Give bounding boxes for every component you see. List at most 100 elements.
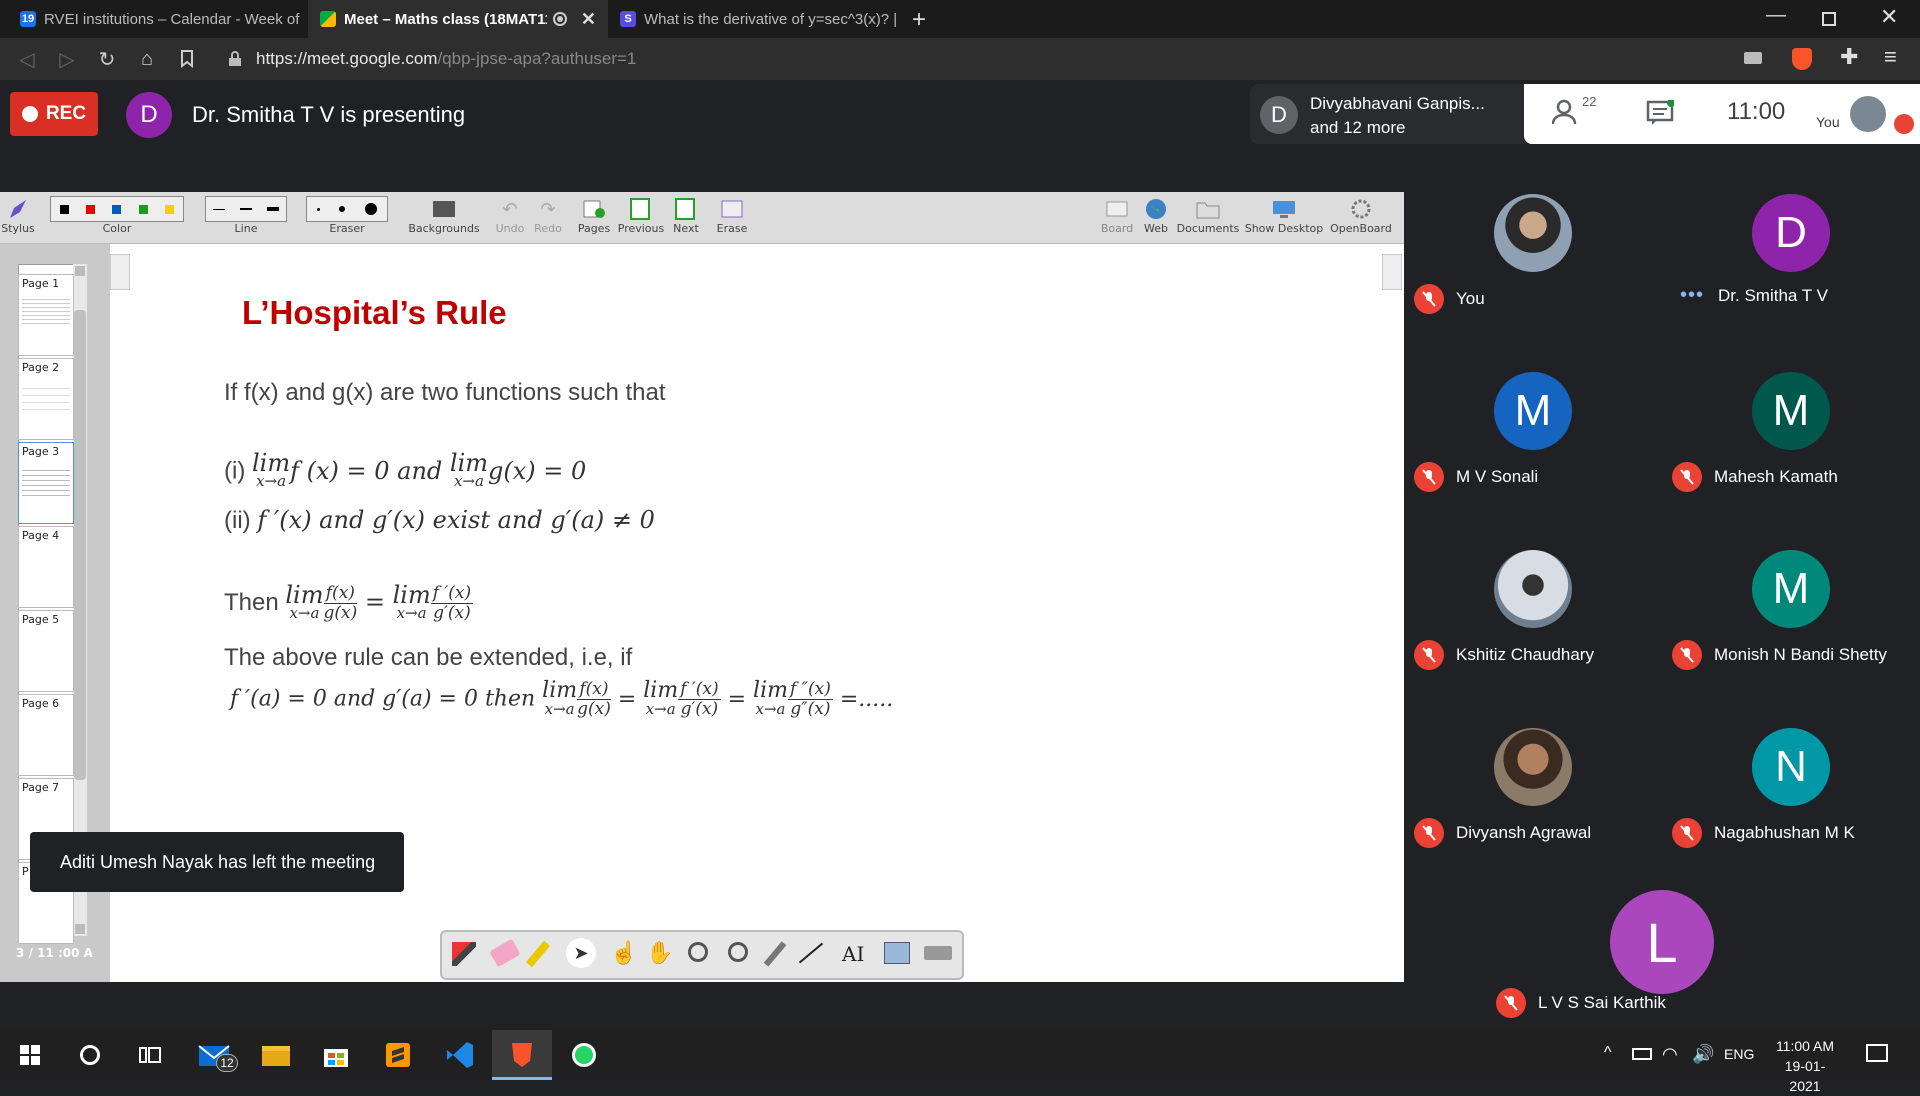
page-thumbnail[interactable]: Page 6 bbox=[18, 694, 74, 776]
erase-tool[interactable]: Erase bbox=[714, 196, 750, 240]
scroll-up-icon[interactable] bbox=[75, 266, 85, 276]
self-avatar[interactable] bbox=[1850, 96, 1886, 132]
participant-tile[interactable]: D ••• Dr. Smitha T V bbox=[1662, 144, 1920, 322]
color-red[interactable] bbox=[86, 204, 96, 214]
page-thumbnail[interactable]: Page 2 bbox=[18, 358, 74, 440]
brave-shield-icon[interactable] bbox=[1792, 48, 1812, 70]
eraser-size-icon bbox=[306, 196, 388, 222]
extensions-icon[interactable]: ✚ bbox=[1840, 44, 1858, 70]
library-toggle-icon[interactable] bbox=[1382, 254, 1402, 290]
color-black[interactable] bbox=[59, 204, 69, 214]
color-green[interactable] bbox=[138, 204, 148, 214]
participant-tile[interactable]: M M V Sonali bbox=[1404, 322, 1662, 500]
openboard-menu[interactable]: OpenBoard bbox=[1326, 196, 1396, 240]
scroll-thumb[interactable] bbox=[74, 310, 86, 780]
notifications-icon[interactable] bbox=[1866, 1044, 1888, 1062]
scroll-down-icon[interactable] bbox=[75, 924, 85, 934]
board-icon bbox=[1102, 196, 1132, 222]
back-icon[interactable]: ◁ bbox=[14, 46, 40, 72]
store-app[interactable] bbox=[306, 1030, 366, 1080]
url-field[interactable]: https://meet.google.com/qbp-jpse-apa?aut… bbox=[256, 46, 1706, 72]
participant-tile[interactable]: Kshitiz Chaudhary bbox=[1404, 500, 1662, 678]
joiner-avatar: D bbox=[1260, 96, 1298, 134]
mail-badge: 12 bbox=[216, 1054, 238, 1072]
participant-tile[interactable]: M Mahesh Kamath bbox=[1662, 322, 1920, 500]
language-indicator[interactable]: ENG bbox=[1724, 1046, 1754, 1062]
participant-tile[interactable]: L L V S Sai Karthik bbox=[1486, 856, 1836, 1030]
zoom-out-icon[interactable] bbox=[728, 942, 748, 962]
board-mode[interactable]: Board bbox=[1098, 196, 1136, 240]
eraser-icon[interactable] bbox=[489, 938, 521, 968]
next-page-tool[interactable]: Next bbox=[668, 196, 704, 240]
menu-icon[interactable]: ≡ bbox=[1884, 44, 1897, 70]
page-thumbnail[interactable]: Page 1 bbox=[18, 274, 74, 356]
capture-icon[interactable] bbox=[884, 942, 910, 964]
bookmark-icon[interactable] bbox=[174, 46, 200, 72]
page-counter: 3 / 11 :00 A bbox=[16, 946, 93, 960]
page-thumbnail-selected[interactable]: Page 3 bbox=[18, 442, 74, 524]
redo-tool[interactable]: ↷ Redo bbox=[530, 196, 566, 240]
reload-icon[interactable]: ↻ bbox=[94, 46, 120, 72]
joiner-more: and 12 more bbox=[1310, 118, 1406, 137]
tray-expand-icon[interactable]: ^ bbox=[1604, 1044, 1612, 1062]
tab-socratic[interactable]: S What is the derivative of y=sec^3(x)? … bbox=[608, 0, 908, 38]
keyboard-icon[interactable] bbox=[924, 946, 952, 960]
thumbnail-toggle-icon[interactable] bbox=[110, 254, 130, 290]
previous-page-tool[interactable]: Previous bbox=[616, 196, 666, 240]
backgrounds-tool[interactable]: Backgrounds bbox=[408, 196, 480, 240]
close-window-icon[interactable]: ✕ bbox=[1880, 4, 1898, 30]
file-explorer-app[interactable] bbox=[246, 1030, 306, 1080]
stylus-tool[interactable]: Stylus bbox=[0, 196, 36, 240]
eraser-tool[interactable]: Eraser bbox=[306, 196, 388, 240]
tab-calendar[interactable]: 19 RVEI institutions – Calendar - Week o… bbox=[8, 0, 308, 38]
participant-tile[interactable]: Divyansh Agrawal bbox=[1404, 678, 1662, 856]
forward-icon[interactable]: ▷ bbox=[54, 46, 80, 72]
laser-pointer-icon[interactable] bbox=[763, 941, 787, 967]
wifi-icon[interactable]: ◠ bbox=[1662, 1044, 1678, 1065]
minimize-icon[interactable]: — bbox=[1766, 4, 1786, 27]
undo-tool[interactable]: ↶ Undo bbox=[492, 196, 528, 240]
camera-indicator-icon[interactable] bbox=[1744, 52, 1762, 64]
brave-app-active[interactable] bbox=[492, 1030, 552, 1080]
page-thumbnail[interactable]: Page 5 bbox=[18, 610, 74, 692]
pen-icon[interactable] bbox=[452, 942, 476, 966]
page-thumbnail[interactable]: Page 4 bbox=[18, 526, 74, 608]
close-tab-icon[interactable]: ✕ bbox=[581, 9, 596, 30]
pointer-icon[interactable]: ➤ bbox=[566, 938, 596, 968]
home-icon[interactable]: ⌂ bbox=[134, 46, 160, 72]
start-button[interactable] bbox=[0, 1030, 60, 1080]
tab-meet[interactable]: Meet – Maths class (18MAT11) ✕ bbox=[308, 0, 608, 38]
zoom-in-icon[interactable] bbox=[688, 942, 708, 962]
text-tool-icon[interactable]: AI bbox=[842, 942, 864, 966]
line-draw-icon[interactable] bbox=[798, 942, 824, 964]
pan-hand-icon[interactable]: ✋ bbox=[646, 940, 673, 966]
participants-grid: You D ••• Dr. Smitha T V M M V Sonali M M… bbox=[1404, 144, 1920, 856]
documents-mode[interactable]: Documents bbox=[1176, 196, 1240, 240]
color-blue[interactable] bbox=[112, 204, 122, 214]
system-clock[interactable]: 11:00 AM 19-01-2021 bbox=[1770, 1036, 1840, 1096]
hand-pointer-icon[interactable]: ☝ bbox=[610, 940, 637, 966]
task-view-button[interactable] bbox=[120, 1030, 180, 1080]
vscode-app[interactable] bbox=[430, 1030, 490, 1080]
whatsapp-app[interactable] bbox=[554, 1030, 614, 1080]
color-yellow[interactable] bbox=[165, 204, 175, 214]
line-tool[interactable]: Line bbox=[204, 196, 288, 240]
condition-two: (ii) f ′(x) and g′(x) exist and g′(a) ≠ … bbox=[224, 506, 655, 534]
participants-button[interactable]: 22 bbox=[1551, 94, 1602, 128]
search-button[interactable] bbox=[60, 1030, 120, 1080]
web-mode[interactable]: Web bbox=[1138, 196, 1174, 240]
restore-icon[interactable] bbox=[1822, 12, 1836, 26]
highlighter-icon[interactable] bbox=[525, 940, 551, 968]
participant-tile[interactable]: You bbox=[1404, 144, 1662, 322]
color-tool[interactable]: Color bbox=[48, 196, 186, 240]
mail-app[interactable]: 12 bbox=[184, 1030, 244, 1080]
new-tab-icon[interactable]: + bbox=[912, 6, 926, 34]
participant-tile[interactable]: N Nagabhushan M K bbox=[1662, 678, 1920, 856]
chat-button[interactable] bbox=[1646, 99, 1675, 131]
sublime-app[interactable] bbox=[368, 1030, 428, 1080]
pages-tool[interactable]: Pages bbox=[574, 196, 614, 240]
battery-icon[interactable] bbox=[1632, 1048, 1652, 1060]
participant-tile[interactable]: M Monish N Bandi Shetty bbox=[1662, 500, 1920, 678]
show-desktop-mode[interactable]: Show Desktop bbox=[1244, 196, 1324, 240]
volume-icon[interactable]: 🔊 bbox=[1692, 1044, 1714, 1065]
